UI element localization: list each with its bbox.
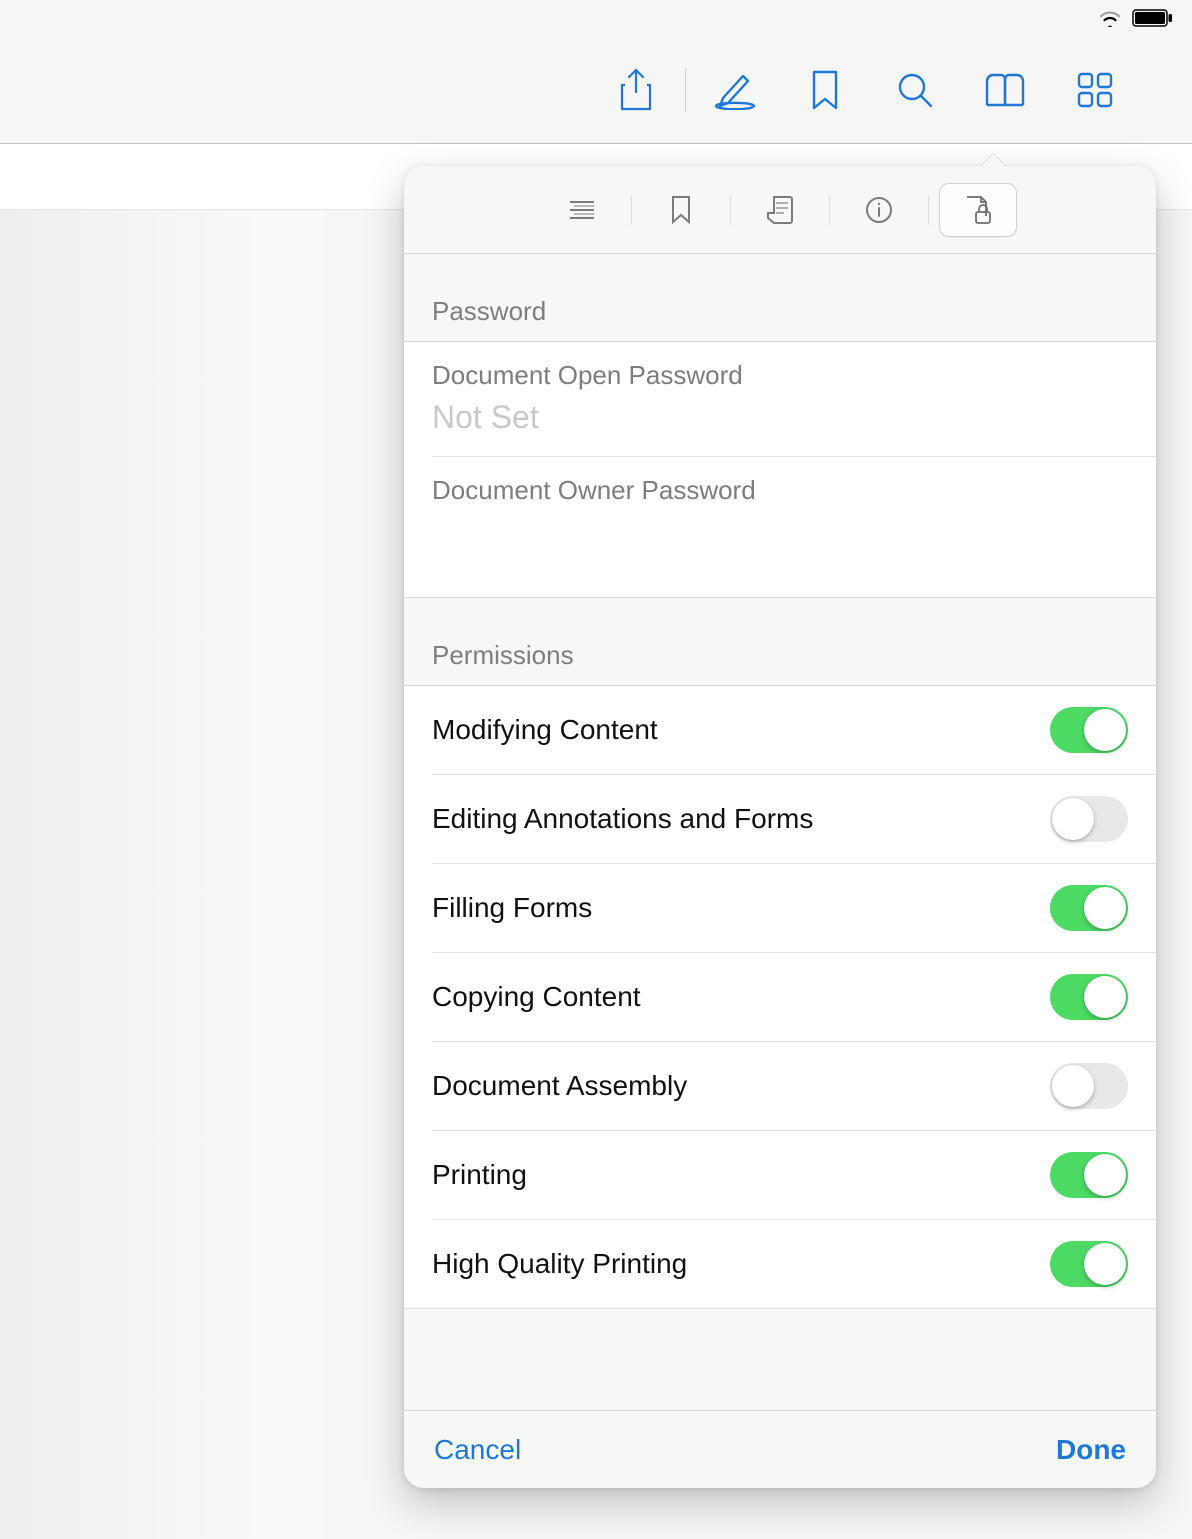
- document-info-popover: Password Document Open Password Document…: [404, 166, 1156, 1488]
- owner-password-row[interactable]: Document Owner Password: [404, 457, 1156, 597]
- permission-row: Modifying Content: [404, 686, 1156, 774]
- permission-label: Copying Content: [432, 981, 641, 1013]
- permission-row: Document Assembly: [404, 1042, 1156, 1130]
- permission-row: High Quality Printing: [404, 1220, 1156, 1308]
- battery-icon: [1132, 9, 1174, 27]
- permission-toggle[interactable]: [1050, 707, 1128, 753]
- search-button[interactable]: [870, 56, 960, 124]
- bookmark-button[interactable]: [780, 56, 870, 124]
- done-button[interactable]: Done: [1056, 1434, 1126, 1466]
- tab-info[interactable]: [840, 183, 918, 237]
- permission-toggle[interactable]: [1050, 1063, 1128, 1109]
- permission-row: Copying Content: [404, 953, 1156, 1041]
- permission-toggle[interactable]: [1050, 1152, 1128, 1198]
- permission-toggle[interactable]: [1050, 1241, 1128, 1287]
- tab-separator: [928, 195, 929, 225]
- owner-password-input[interactable]: [432, 506, 1128, 567]
- password-section-title: Password: [404, 254, 1156, 341]
- permission-label: Filling Forms: [432, 892, 592, 924]
- permission-toggle[interactable]: [1050, 885, 1128, 931]
- status-bar: [0, 0, 1192, 36]
- permission-toggle[interactable]: [1050, 796, 1128, 842]
- permissions-section-title: Permissions: [404, 598, 1156, 685]
- document-background: [0, 210, 326, 1539]
- wifi-icon: [1098, 9, 1122, 27]
- permission-toggle[interactable]: [1050, 974, 1128, 1020]
- tab-separator: [829, 195, 830, 225]
- popover-tab-bar: [404, 166, 1156, 254]
- outline-button[interactable]: [960, 56, 1050, 124]
- tab-bookmarks[interactable]: [642, 183, 720, 237]
- permissions-list: Modifying Content Editing Annotations and…: [404, 685, 1156, 1309]
- thumbnails-button[interactable]: [1050, 56, 1140, 124]
- permission-label: Printing: [432, 1159, 527, 1191]
- permission-label: Modifying Content: [432, 714, 658, 746]
- toolbar-separator: [685, 68, 686, 112]
- permission-row: Editing Annotations and Forms: [404, 775, 1156, 863]
- permission-label: High Quality Printing: [432, 1248, 687, 1280]
- open-password-row[interactable]: Document Open Password: [404, 342, 1156, 456]
- share-button[interactable]: [591, 56, 681, 124]
- open-password-label: Document Open Password: [432, 360, 1128, 391]
- password-block: Document Open Password Document Owner Pa…: [404, 341, 1156, 598]
- popover-footer: Cancel Done: [404, 1410, 1156, 1488]
- tab-outline[interactable]: [543, 183, 621, 237]
- owner-password-label: Document Owner Password: [432, 475, 1128, 506]
- permission-row: Filling Forms: [404, 864, 1156, 952]
- tab-annotations[interactable]: [741, 183, 819, 237]
- main-toolbar: [0, 36, 1192, 144]
- permission-row: Printing: [404, 1131, 1156, 1219]
- open-password-input[interactable]: [432, 391, 1128, 452]
- permission-label: Editing Annotations and Forms: [432, 803, 813, 835]
- tab-separator: [730, 195, 731, 225]
- permission-label: Document Assembly: [432, 1070, 687, 1102]
- tab-security[interactable]: [939, 183, 1017, 237]
- cancel-button[interactable]: Cancel: [434, 1434, 521, 1466]
- annotate-button[interactable]: [690, 56, 780, 124]
- tab-separator: [631, 195, 632, 225]
